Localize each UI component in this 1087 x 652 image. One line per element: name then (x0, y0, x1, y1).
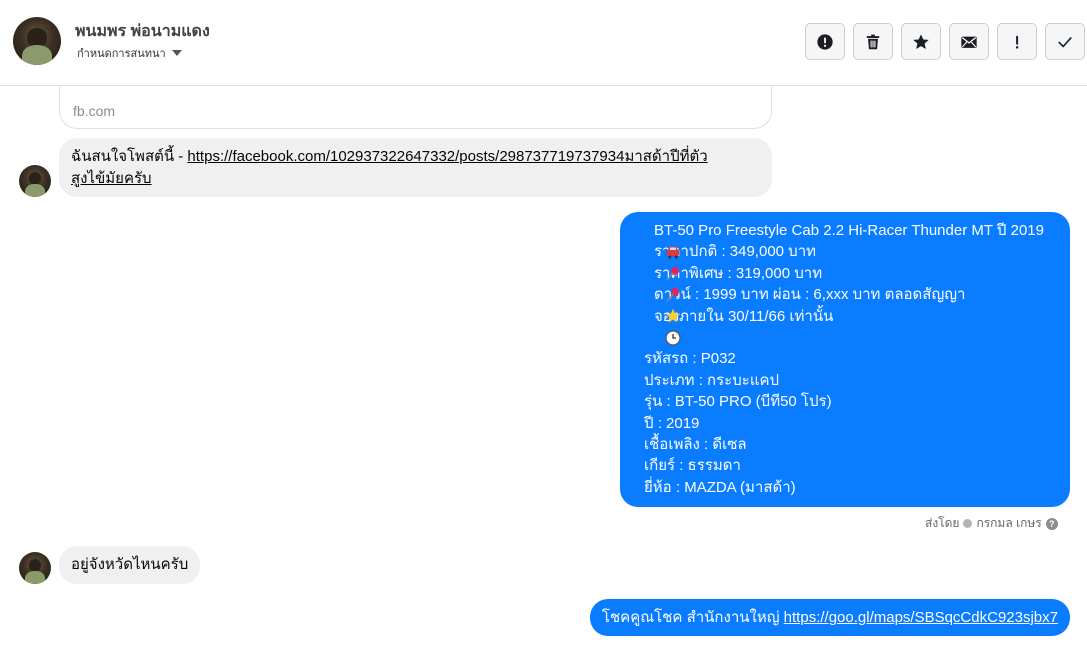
contact-name[interactable]: พนมพร พ่อนามแดง (75, 19, 210, 44)
mark-unread-button[interactable] (949, 23, 989, 60)
detail-type: ประเภท : กระบะแคป (644, 371, 780, 389)
check-icon (1058, 36, 1072, 48)
trash-icon (866, 34, 880, 49)
pushpin-icon (632, 266, 680, 302)
detail-car-code: รหัสรถ : P032 (644, 350, 736, 368)
done-button[interactable] (1045, 23, 1085, 60)
detail-year: ปี : 2019 (644, 414, 700, 432)
car-title: BT-50 Pro Freestyle Cab 2.2 Hi-Racer Thu… (654, 222, 1044, 239)
link-preview-domain: fb.com (73, 103, 116, 119)
assign-label: กำหนดการสนทนา (77, 48, 166, 60)
message-text: ฉันสนใจโพสต์นี้ - (71, 148, 188, 165)
detail-gear: เกียร์ : ธรรมดา (644, 457, 741, 475)
pushpin-icon (632, 244, 680, 281)
detail-brand: ยี่ห้อ : MAZDA (มาสด้า) (644, 478, 796, 496)
report-button[interactable] (805, 23, 845, 60)
link-preview-card[interactable]: fb.com (59, 86, 772, 129)
down-payment: ดาวน์ : 1999 บาท ผ่อน : 6,xxx บาท ตลอดสั… (654, 286, 966, 304)
post-link[interactable]: https://facebook.com/102937322647332/pos… (187, 146, 707, 168)
caret-down-icon (171, 50, 182, 56)
delete-button[interactable] (853, 23, 893, 60)
exclamation-icon (1015, 35, 1019, 49)
detail-model: รุ่น : BT-50 PRO (บีที50 โปร) (644, 393, 832, 411)
map-link[interactable]: https://goo.gl/maps/SBSqcCdkC923sjbx7 (784, 607, 1058, 628)
sender-name: กรกมล เกษร (976, 516, 1042, 530)
sent-by-info: ส่งโดย กรกมล เกษร ? (925, 514, 1058, 533)
contact-avatar[interactable] (13, 17, 61, 65)
car-details-list: รหัสรถ : P032 ประเภท : กระบะแคป รุ่น : B… (632, 348, 1058, 498)
conversation-toolbar (805, 23, 1085, 60)
incoming-message-bubble[interactable]: อยู่จังหวัดไหนครับ (59, 546, 201, 584)
verified-icon (963, 519, 973, 528)
outgoing-message-bubble[interactable]: โชคคูณโชค สำนักงานใหญ่ https://goo.gl/ma… (589, 599, 1070, 636)
post-link-continued[interactable]: สูงไข้มัยครับ (71, 168, 152, 190)
star-emoji-icon (632, 287, 681, 323)
envelope-icon (961, 36, 977, 48)
outgoing-message-bubble[interactable]: BT-50 Pro Freestyle Cab 2.2 Hi-Racer Thu… (620, 212, 1070, 507)
alert-circle-icon (817, 33, 833, 50)
detail-fuel: เชื้อเพลิง : ดีเซล (644, 436, 747, 454)
follow-up-button[interactable] (997, 23, 1037, 60)
star-icon (913, 33, 929, 49)
star-button[interactable] (901, 23, 941, 60)
message-text: โชคคูณโชค สำนักงานใหญ่ (601, 609, 784, 626)
help-icon[interactable]: ? (1045, 517, 1058, 530)
contact-avatar-small[interactable] (19, 552, 51, 584)
conversation-header: พนมพร พ่อนามแดง กำหนดการสนทนา (0, 0, 1087, 86)
car-emoji-icon (632, 223, 680, 259)
assign-conversation-dropdown[interactable]: กำหนดการสนทนา (77, 44, 182, 62)
contact-avatar-small[interactable] (19, 165, 51, 197)
message-text: อยู่จังหวัดไหนครับ (71, 556, 189, 573)
incoming-message-bubble[interactable]: ฉันสนใจโพสต์นี้ - https://facebook.com/1… (59, 138, 772, 197)
sent-by-label: ส่งโดย (925, 516, 960, 530)
clock-emoji-icon (632, 308, 681, 346)
